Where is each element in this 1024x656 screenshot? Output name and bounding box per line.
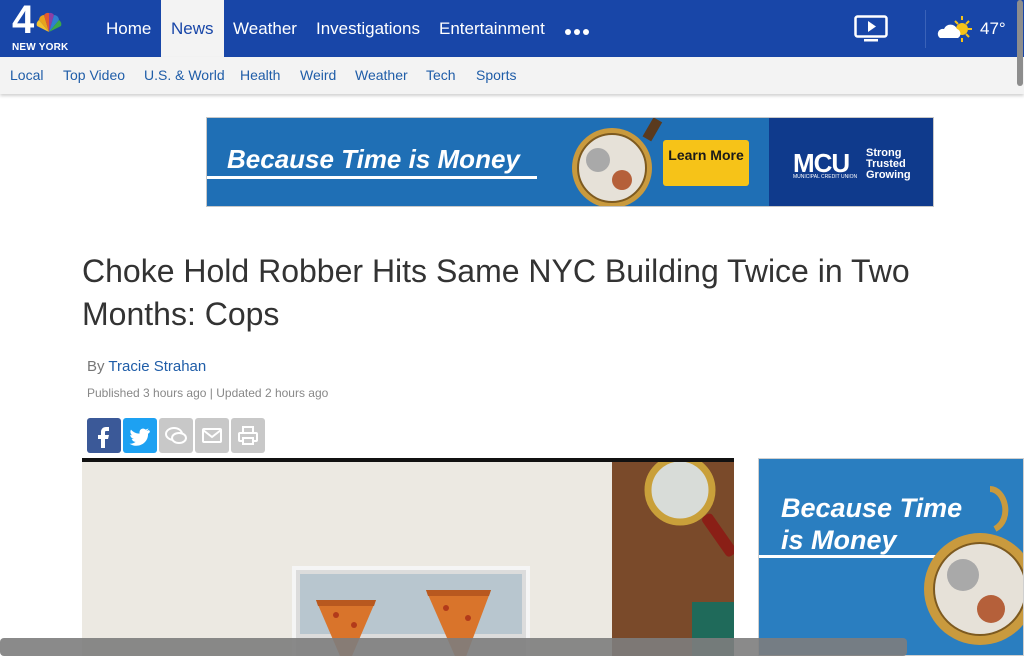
print-icon bbox=[238, 426, 258, 445]
timestamp-separator: | bbox=[209, 386, 213, 400]
partly-cloudy-icon bbox=[937, 16, 972, 42]
subnav-top-video[interactable]: Top Video bbox=[63, 57, 125, 94]
city-label: NEW YORK bbox=[12, 42, 69, 53]
learn-more-button[interactable]: Learn More bbox=[663, 140, 749, 186]
weather-widget[interactable]: 47° bbox=[936, 14, 1006, 44]
comment-icon bbox=[165, 427, 187, 444]
updated-time: Updated 2 hours ago bbox=[216, 386, 329, 400]
twitter-icon bbox=[129, 428, 150, 446]
vertical-scrollbar[interactable] bbox=[1016, 0, 1024, 656]
email-icon bbox=[202, 428, 222, 443]
subnav-us-world[interactable]: U.S. & World bbox=[144, 57, 225, 94]
byline: By Tracie Strahan bbox=[87, 358, 206, 375]
ad-brand-sub: MUNICIPAL CREDIT UNION bbox=[793, 174, 858, 180]
temperature: 47° bbox=[980, 19, 1006, 38]
nbc-logo[interactable]: 4 NEW YORK bbox=[10, 0, 82, 54]
email-share-button[interactable] bbox=[195, 418, 229, 453]
tv-play-icon[interactable] bbox=[854, 15, 888, 43]
subnav-weather[interactable]: Weather bbox=[355, 57, 408, 94]
side-ad[interactable]: Because Time is Money bbox=[758, 458, 1024, 656]
subnav-health[interactable]: Health bbox=[240, 57, 280, 94]
byline-prefix: By bbox=[87, 358, 105, 375]
ad-brand-panel: MCU MUNICIPAL CREDIT UNION Strong Truste… bbox=[769, 118, 933, 206]
side-ad-line2: is Money bbox=[781, 525, 897, 555]
nav-news[interactable]: News bbox=[161, 0, 224, 57]
facebook-icon bbox=[98, 427, 109, 448]
ad-tagline: Strong Trusted Growing bbox=[866, 147, 911, 181]
twitter-share-button[interactable] bbox=[123, 418, 157, 453]
subnav-local[interactable]: Local bbox=[10, 57, 43, 94]
published-time: Published 3 hours ago bbox=[87, 386, 207, 400]
more-dots-icon[interactable] bbox=[564, 20, 590, 40]
ad-slogan: Because Time is Money bbox=[227, 144, 520, 174]
pocket-watch-icon bbox=[924, 486, 1023, 645]
article-headline: Choke Hold Robber Hits Same NYC Building… bbox=[82, 253, 910, 332]
peacock-icon bbox=[36, 12, 62, 32]
subnav-weird[interactable]: Weird bbox=[300, 57, 336, 94]
article-timestamps: Published 3 hours ago | Updated 2 hours … bbox=[87, 386, 328, 400]
author-link[interactable]: Tracie Strahan bbox=[108, 358, 206, 375]
ad-swoosh bbox=[207, 176, 537, 179]
pocket-watch-icon bbox=[572, 118, 663, 206]
facebook-share-button[interactable] bbox=[87, 418, 121, 453]
nav-entertainment[interactable]: Entertainment bbox=[429, 0, 555, 57]
horizontal-scrollbar[interactable] bbox=[0, 638, 907, 656]
comment-button[interactable] bbox=[159, 418, 193, 453]
channel-number: 4 bbox=[12, 0, 35, 42]
nav-home[interactable]: Home bbox=[96, 0, 161, 57]
banner-ad[interactable]: Because Time is Money Learn More MCU MUN… bbox=[206, 117, 934, 207]
sub-nav-bar: Local Top Video U.S. & World Health Weir… bbox=[0, 57, 1024, 94]
subnav-sports[interactable]: Sports bbox=[476, 57, 516, 94]
top-nav-bar: 4 NEW YORK Home News Weather Investigati… bbox=[0, 0, 1024, 57]
vertical-scrollbar-thumb[interactable] bbox=[1017, 0, 1023, 86]
article-hero-image[interactable] bbox=[82, 458, 734, 656]
magnifying-glass-icon bbox=[644, 462, 734, 557]
nav-investigations[interactable]: Investigations bbox=[306, 0, 430, 57]
subnav-tech[interactable]: Tech bbox=[426, 57, 456, 94]
nav-divider bbox=[925, 10, 926, 48]
nav-weather[interactable]: Weather bbox=[223, 0, 307, 57]
print-button[interactable] bbox=[231, 418, 265, 453]
